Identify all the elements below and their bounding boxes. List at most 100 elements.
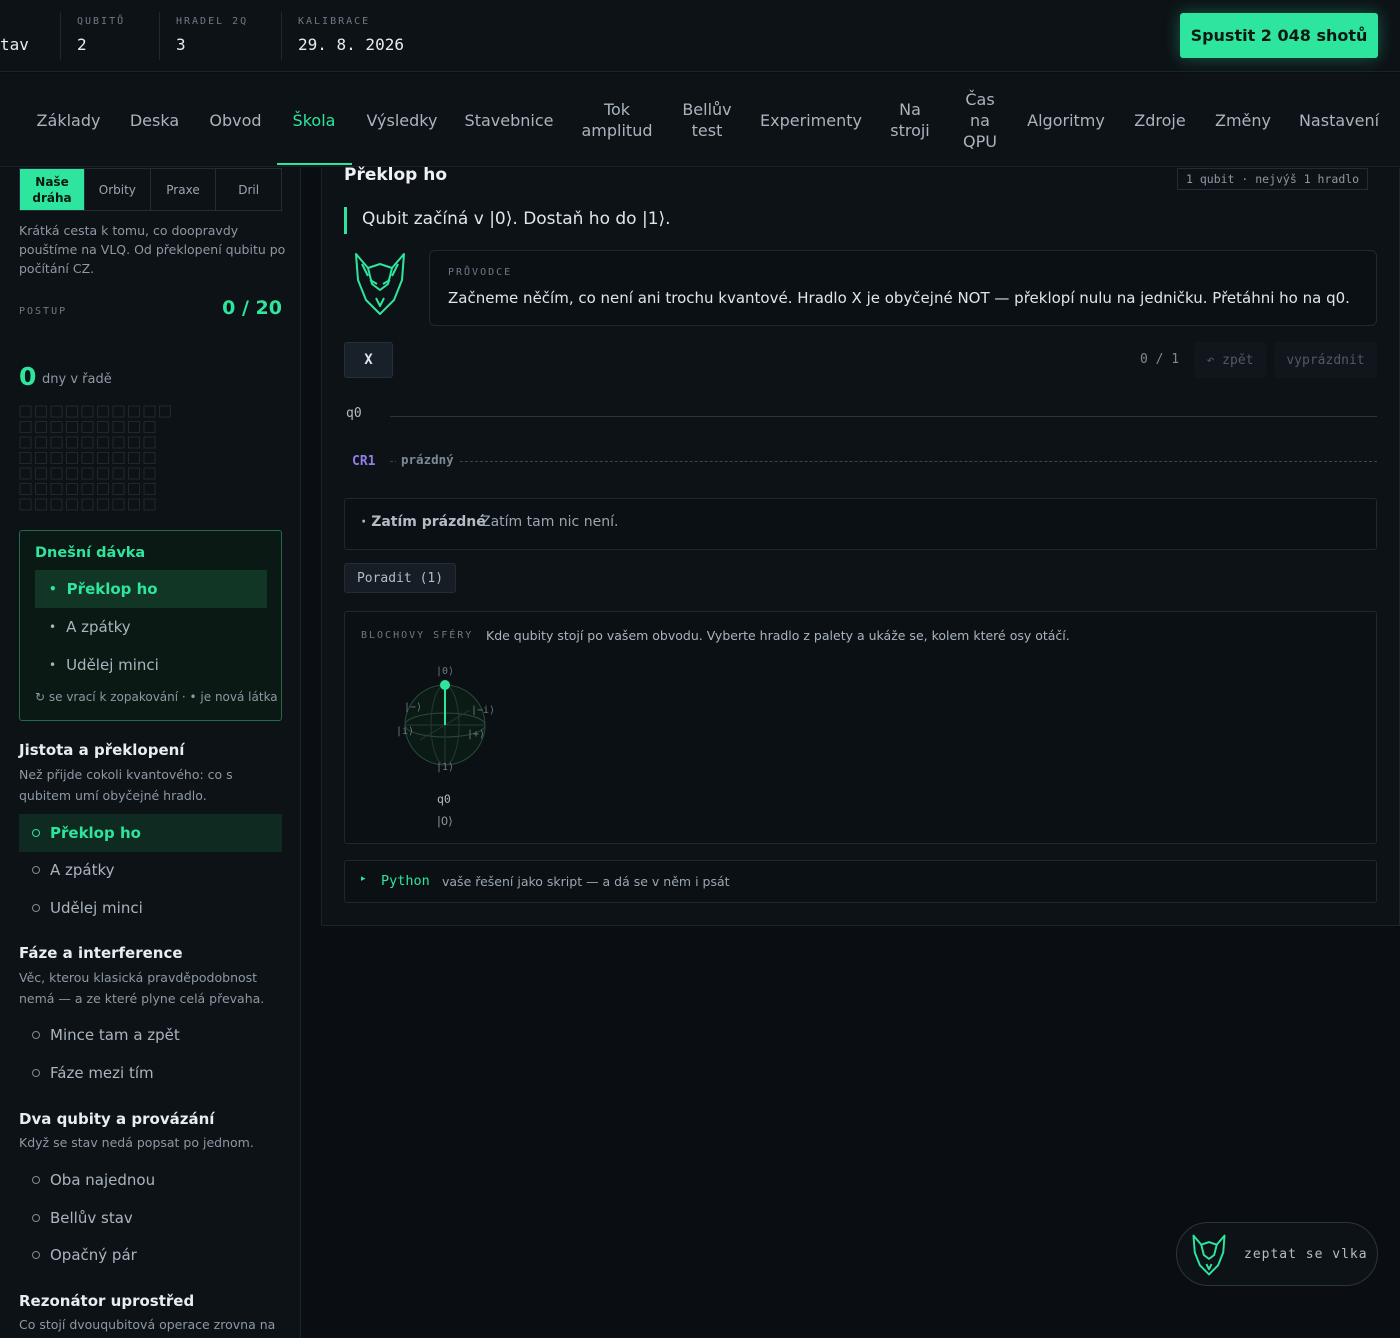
lesson-status-icon — [32, 829, 40, 837]
nav-item-belluv-test[interactable]: Bellův test — [674, 73, 740, 167]
calendar-day — [97, 452, 109, 464]
calendar-day — [50, 483, 63, 495]
calendar-day — [128, 405, 140, 418]
nav-item-tok-amplitud[interactable]: Tok amplitud — [576, 73, 658, 167]
nav-item-na-stroji[interactable]: Na stroji — [882, 73, 938, 167]
tab-nase-draha[interactable]: Naše dráha — [20, 169, 85, 210]
lesson-constraint-badge: 1 qubit · nejvýš 1 hradlo — [1177, 168, 1369, 190]
lesson-item[interactable]: Fáze mezi tím — [19, 1054, 282, 1092]
dose-item-label: Překlop ho — [66, 580, 158, 598]
lesson-item[interactable]: Překlop ho — [19, 814, 282, 852]
section-title: Rezonátor uprostřed — [19, 1292, 195, 1310]
calendar-day — [35, 436, 47, 449]
wolf-icon — [1192, 1234, 1226, 1276]
calibration-label: KALIBRACE — [298, 16, 371, 27]
calendar-day — [19, 436, 32, 449]
calendar-day — [81, 436, 94, 449]
nav-item-zaklady[interactable]: Základy — [28, 73, 109, 167]
calendar-day — [81, 498, 94, 511]
divider — [159, 12, 160, 60]
calendar-day — [143, 436, 156, 449]
gate-x-button[interactable]: X — [344, 342, 393, 378]
ask-wolf-button[interactable]: zeptat se vlka — [1176, 1222, 1378, 1286]
progress-label: POSTUP — [19, 306, 68, 317]
nav-item-skola[interactable]: Škola — [282, 73, 346, 167]
result-status: · Zatím prázdné Zatím tam nic není. — [344, 498, 1377, 550]
lesson-status-icon — [32, 1176, 40, 1184]
calendar-day — [50, 467, 63, 480]
chevron-right-icon: ▸ — [361, 874, 366, 884]
gates-value: 3 — [176, 35, 186, 54]
nav-item-zdroje[interactable]: Zdroje — [1126, 73, 1194, 167]
nav-item-zmeny[interactable]: Změny — [1210, 73, 1276, 167]
calendar-day — [66, 452, 78, 464]
bloch-minus-i-label: |−i⟩ — [471, 705, 496, 716]
lesson-item[interactable]: Udělej minci — [19, 889, 282, 927]
qubit-wire-label: q0 — [346, 406, 362, 421]
nav-active-indicator — [277, 163, 352, 165]
calendar-day — [143, 498, 156, 511]
calendar-day — [50, 498, 63, 511]
classical-register-label: CR1 — [352, 454, 376, 469]
nav-item-algoritmy[interactable]: Algoritmy — [1024, 73, 1108, 167]
lesson-label: Mince tam a zpět — [50, 1026, 180, 1044]
calendar-day — [19, 498, 32, 511]
dose-item[interactable]: • Překlop ho — [35, 570, 267, 608]
lesson-item[interactable]: Oba najednou — [19, 1161, 282, 1199]
nav-item-cas-na-qpu[interactable]: Čas na QPU — [954, 73, 1006, 167]
bloch-sphere[interactable] — [400, 680, 490, 770]
lesson-label: Bellův stav — [50, 1209, 133, 1227]
bloch-qubit-label: q0 — [437, 792, 451, 806]
bullet: • — [49, 658, 57, 672]
dose-item[interactable]: • Udělej minci — [35, 646, 267, 684]
tab-orbity[interactable]: Orbity — [85, 169, 151, 210]
qubit-wire[interactable] — [390, 416, 1377, 417]
nav-item-experimenty[interactable]: Experimenty — [758, 73, 864, 167]
tab-praxe[interactable]: Praxe — [151, 169, 217, 210]
streak-label: dny v řadě — [42, 372, 112, 387]
nav-item-deska[interactable]: Deska — [121, 73, 188, 167]
dose-item[interactable]: • A zpátky — [35, 608, 267, 646]
calendar-day — [81, 483, 94, 495]
run-shots-button[interactable]: Spustit 2 048 shotů — [1180, 13, 1378, 58]
qubits-label: QUBITŮ — [77, 16, 126, 27]
lesson-item[interactable]: Bellův stav — [19, 1199, 282, 1237]
nav-item-stavebnice[interactable]: Stavebnice — [458, 73, 560, 167]
section-title: Dva qubity a provázání — [19, 1110, 215, 1128]
calendar-day — [128, 483, 140, 495]
hint-button[interactable]: Poradit (1) — [344, 563, 456, 593]
nav-item-nastaveni[interactable]: Nastavení — [1292, 73, 1386, 167]
python-expander[interactable]: ▸ Python vaše řešení jako skript — a dá … — [344, 860, 1377, 903]
bloch-desc: Kde qubity stojí po vašem obvodu. Vybert… — [486, 628, 1070, 643]
calendar-day — [97, 421, 109, 433]
sidebar-intro: Krátká cesta k tomu, co doopravdy pouští… — [19, 223, 286, 276]
calendar-day — [81, 405, 94, 418]
calendar-day — [97, 436, 109, 449]
bloch-top-label: |0⟩ — [436, 666, 455, 677]
goal-accent — [344, 207, 347, 234]
lesson-item[interactable]: Mince tam a zpět — [19, 1016, 282, 1054]
calendar-day — [66, 436, 78, 449]
calendar-day — [112, 452, 125, 464]
calendar-day — [81, 452, 94, 464]
nav-item-obvod[interactable]: Obvod — [202, 73, 269, 167]
status-bar: tav QUBITŮ 2 HRADEL 2Q 3 KALIBRACE 29. 8… — [0, 0, 1400, 72]
calendar-day — [50, 421, 63, 433]
calendar-day — [81, 467, 94, 480]
clear-button[interactable]: vyprázdnit — [1274, 342, 1377, 378]
tab-dril[interactable]: Dril — [216, 169, 281, 210]
nav-item-vysledky[interactable]: Výsledky — [360, 73, 444, 167]
lesson-item[interactable]: Opačný pár — [19, 1236, 282, 1274]
calendar-day — [112, 498, 125, 511]
python-label: Python — [381, 873, 430, 889]
calendar-day — [19, 405, 32, 418]
calendar-day — [81, 421, 94, 433]
undo-button[interactable]: ↶ zpět — [1194, 342, 1266, 378]
calendar-day — [128, 452, 140, 464]
calendar-day — [35, 405, 47, 418]
lesson-item[interactable]: A zpátky — [19, 851, 282, 889]
lesson-status-icon — [32, 1251, 40, 1259]
calendar-day — [50, 405, 63, 418]
calendar-day — [128, 467, 140, 480]
result-status-title: · Zatím prázdné — [361, 514, 486, 530]
